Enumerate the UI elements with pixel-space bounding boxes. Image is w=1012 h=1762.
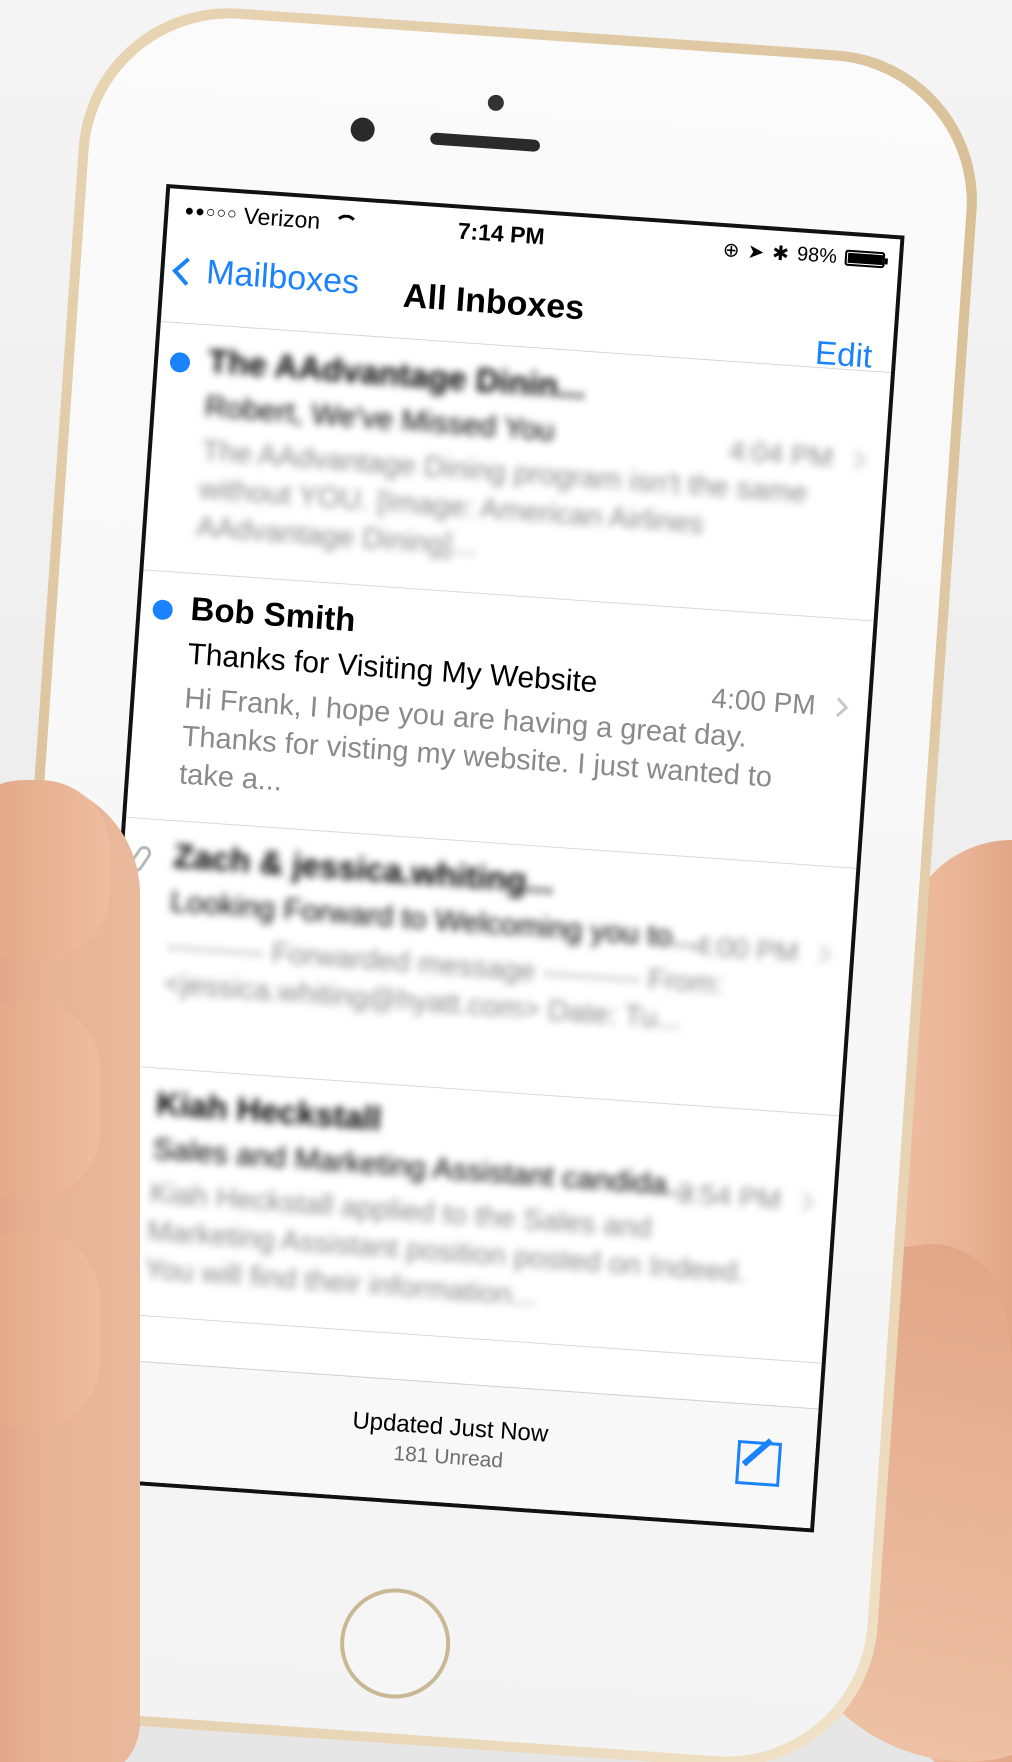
compose-icon[interactable] bbox=[735, 1439, 783, 1487]
carrier-group: ●●○○○ Verizon bbox=[184, 198, 356, 237]
bluetooth-icon: ✱ bbox=[771, 241, 790, 266]
carrier-name: Verizon bbox=[242, 202, 322, 234]
status-right: ⊕ ➤ ✱ 98% bbox=[722, 237, 886, 273]
chevron-left-icon bbox=[172, 257, 201, 286]
phone-screen: ●●○○○ Verizon 7:14 PM ⊕ ➤ ✱ 98% Mailboxe… bbox=[75, 184, 905, 1533]
mail-item[interactable]: Kiah Heckstall Sales and Marketing Assist… bbox=[91, 1065, 839, 1364]
left-finger bbox=[0, 1230, 100, 1430]
front-camera bbox=[349, 116, 376, 143]
left-finger bbox=[0, 780, 110, 960]
chevron-right-icon bbox=[794, 1192, 814, 1212]
mail-item[interactable]: The AAdvantage Dinin... Robert, We've Mis… bbox=[143, 322, 891, 622]
battery-fill bbox=[847, 252, 884, 266]
rotation-lock-icon: ⊕ bbox=[722, 238, 741, 262]
phone-wrap: ●●○○○ Verizon 7:14 PM ⊕ ➤ ✱ 98% Mailboxe… bbox=[0, 0, 1012, 1762]
mail-item[interactable]: Bob Smith Thanks for Visiting My Website H… bbox=[126, 570, 874, 869]
battery-icon bbox=[844, 249, 886, 269]
page-title: All Inboxes bbox=[401, 276, 586, 328]
signal-strength: ●●○○○ bbox=[183, 202, 239, 224]
unread-dot-icon bbox=[169, 351, 191, 374]
location-icon: ➤ bbox=[746, 240, 766, 264]
bottom-toolbar: Updated Just Now 181 Unread bbox=[79, 1357, 819, 1529]
proximity-sensor bbox=[487, 94, 505, 112]
mail-item[interactable]: Zach & jessica.whiting... Looking Forward… bbox=[108, 817, 857, 1117]
back-label: Mailboxes bbox=[205, 253, 361, 302]
wifi-icon bbox=[332, 214, 355, 231]
chevron-right-icon bbox=[828, 697, 849, 718]
battery-percent: 98% bbox=[796, 242, 838, 268]
unread-dot-icon bbox=[152, 599, 174, 621]
status-time: 7:14 PM bbox=[456, 217, 546, 250]
mail-list: The AAdvantage Dinin... Robert, We've Mis… bbox=[91, 322, 891, 1364]
chevron-right-icon bbox=[811, 944, 832, 965]
chevron-right-icon bbox=[845, 449, 866, 470]
phone-face: ●●○○○ Verizon 7:14 PM ⊕ ➤ ✱ 98% Mailboxe… bbox=[0, 8, 977, 1762]
home-button[interactable] bbox=[336, 1584, 454, 1703]
earpiece-speaker bbox=[429, 132, 541, 152]
photo-stage: ●●○○○ Verizon 7:14 PM ⊕ ➤ ✱ 98% Mailboxe… bbox=[0, 0, 1012, 1762]
phone-body: ●●○○○ Verizon 7:14 PM ⊕ ➤ ✱ 98% Mailboxe… bbox=[0, 0, 987, 1762]
left-finger bbox=[0, 1000, 100, 1200]
mailboxes-back-button[interactable]: Mailboxes bbox=[172, 251, 361, 303]
